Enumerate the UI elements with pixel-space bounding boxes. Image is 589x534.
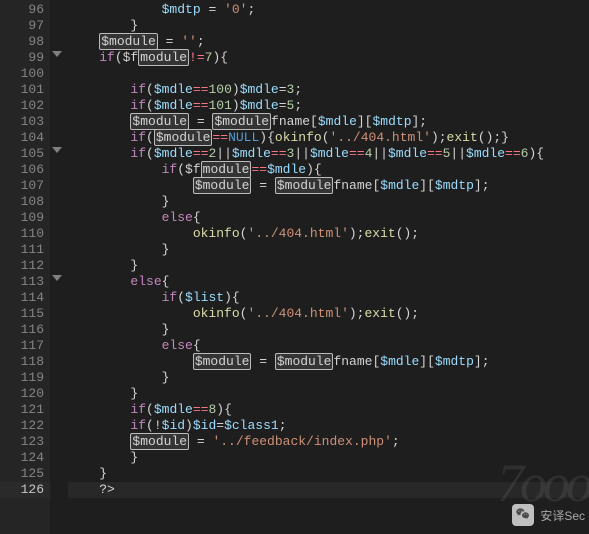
code-line[interactable]: if($fmodule==$mdle){ — [68, 162, 589, 178]
code-line[interactable]: ?> — [68, 482, 589, 498]
code-area[interactable]: $mdtp = '0'; } $module = ''; if($fmodule… — [50, 0, 589, 534]
code-line[interactable]: $module = $modulefname[$mdle][$mdtp]; — [68, 178, 589, 194]
code-line[interactable]: okinfo('../404.html');exit(); — [68, 226, 589, 242]
line-number: 123 — [0, 434, 50, 450]
code-line[interactable]: if($mdle==8){ — [68, 402, 589, 418]
line-number: 116 — [0, 322, 50, 338]
line-number: 115 — [0, 306, 50, 322]
code-line[interactable]: } — [68, 370, 589, 386]
code-line[interactable]: } — [68, 322, 589, 338]
code-line[interactable]: } — [68, 18, 589, 34]
code-line[interactable]: } — [68, 242, 589, 258]
code-line[interactable]: okinfo('../404.html');exit(); — [68, 306, 589, 322]
code-line[interactable]: } — [68, 466, 589, 482]
code-line[interactable] — [68, 66, 589, 82]
line-number: 101 — [0, 82, 50, 98]
line-number: 98 — [0, 34, 50, 50]
code-line[interactable]: } — [68, 194, 589, 210]
code-line[interactable]: $module = ''; — [68, 34, 589, 50]
code-line[interactable]: $mdtp = '0'; — [68, 2, 589, 18]
line-number: 102 — [0, 98, 50, 114]
line-number: 107 — [0, 178, 50, 194]
code-line[interactable]: $module = '../feedback/index.php'; — [68, 434, 589, 450]
line-number: 108 — [0, 194, 50, 210]
line-number: 104 — [0, 130, 50, 146]
wechat-icon — [512, 504, 534, 526]
line-number: 110 — [0, 226, 50, 242]
line-number: 96 — [0, 2, 50, 18]
code-line[interactable]: } — [68, 450, 589, 466]
code-editor[interactable]: 9697989910010110210310410510610710810911… — [0, 0, 589, 534]
code-line[interactable]: if($mdle==2||$mdle==3||$mdle==4||$mdle==… — [68, 146, 589, 162]
line-number: 112 — [0, 258, 50, 274]
line-number: 97 — [0, 18, 50, 34]
code-line[interactable]: else{ — [68, 210, 589, 226]
line-number: 100 — [0, 66, 50, 82]
line-number-gutter: 9697989910010110210310410510610710810911… — [0, 0, 50, 534]
line-number: 103 — [0, 114, 50, 130]
line-number: 118 — [0, 354, 50, 370]
line-number: 122 — [0, 418, 50, 434]
channel-watermark: 安译Sec — [512, 504, 585, 526]
line-number: 113 — [0, 274, 50, 290]
line-number: 126 — [0, 482, 50, 498]
line-number: 99 — [0, 50, 50, 66]
code-line[interactable]: $module = $modulefname[$mdle][$mdtp]; — [68, 354, 589, 370]
code-line[interactable]: if($mdle==100)$mdle=3; — [68, 82, 589, 98]
line-number: 117 — [0, 338, 50, 354]
line-number: 109 — [0, 210, 50, 226]
line-number: 125 — [0, 466, 50, 482]
code-line[interactable]: } — [68, 258, 589, 274]
code-line[interactable]: $module = $modulefname[$mdle][$mdtp]; — [68, 114, 589, 130]
code-line[interactable]: if($list){ — [68, 290, 589, 306]
code-line[interactable]: else{ — [68, 338, 589, 354]
line-number: 119 — [0, 370, 50, 386]
code-line[interactable]: else{ — [68, 274, 589, 290]
line-number: 106 — [0, 162, 50, 178]
code-line[interactable]: } — [68, 386, 589, 402]
code-line[interactable]: if($mdle==101)$mdle=5; — [68, 98, 589, 114]
line-number: 105 — [0, 146, 50, 162]
line-number: 111 — [0, 242, 50, 258]
code-line[interactable]: if(!$id)$id=$class1; — [68, 418, 589, 434]
line-number: 121 — [0, 402, 50, 418]
code-line[interactable]: if($fmodule!=7){ — [68, 50, 589, 66]
watermark-text: 安译Sec — [540, 507, 585, 524]
line-number: 124 — [0, 450, 50, 466]
code-line[interactable]: if($module==NULL){okinfo('../404.html');… — [68, 130, 589, 146]
line-number: 120 — [0, 386, 50, 402]
line-number: 114 — [0, 290, 50, 306]
